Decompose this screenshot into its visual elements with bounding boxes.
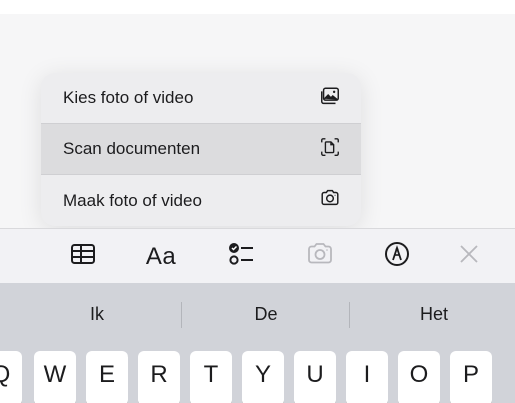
key-t[interactable]: T xyxy=(190,351,232,403)
menu-item-scan-documents[interactable]: Scan documenten xyxy=(41,124,361,174)
keyboard: Ik De Het Q W E R T Y U I O P xyxy=(0,283,515,403)
markup-button[interactable] xyxy=(375,229,419,284)
close-button[interactable] xyxy=(447,229,491,284)
checklist-button[interactable] xyxy=(219,229,263,284)
key-label: U xyxy=(306,361,324,388)
key-w[interactable]: W xyxy=(34,351,76,403)
table-button[interactable] xyxy=(61,229,105,284)
key-i[interactable]: I xyxy=(346,351,388,403)
suggestion-item[interactable]: Het xyxy=(349,283,515,346)
formatting-toolbar: Aa xyxy=(0,228,515,283)
suggestion-bar: Ik De Het xyxy=(0,283,515,346)
key-row-top: Q W E R T Y U I O P xyxy=(0,346,515,403)
key-label: O xyxy=(409,361,429,388)
key-label: W xyxy=(43,361,67,388)
key-u[interactable]: U xyxy=(294,351,336,403)
key-o[interactable]: O xyxy=(398,351,440,403)
markup-pen-icon xyxy=(382,239,412,274)
suggestion-label: De xyxy=(254,304,278,324)
menu-item-take-photo[interactable]: Maak foto of video xyxy=(41,175,361,226)
suggestion-item[interactable]: Ik xyxy=(12,283,182,346)
key-p[interactable]: P xyxy=(450,351,492,403)
text-format-button[interactable]: Aa xyxy=(136,229,186,284)
attachment-menu: Kies foto of video Scan documenten Maak … xyxy=(41,73,361,226)
suggestion-label: Ik xyxy=(89,304,104,324)
table-icon xyxy=(68,239,98,274)
key-e[interactable]: E xyxy=(86,351,128,403)
top-strip xyxy=(0,0,515,14)
text-format-label: Aa xyxy=(145,242,177,270)
menu-item-label: Kies foto of video xyxy=(63,88,194,107)
menu-item-label: Scan documenten xyxy=(63,139,201,158)
document-scan-icon xyxy=(319,136,341,163)
key-label: Y xyxy=(254,361,271,388)
suggestion-item[interactable]: De xyxy=(181,283,351,346)
key-label: I xyxy=(363,361,371,388)
camera-icon xyxy=(319,187,341,214)
key-r[interactable]: R xyxy=(138,351,180,403)
camera-icon xyxy=(305,239,335,274)
menu-item-label: Maak foto of video xyxy=(63,190,202,210)
key-label: Q xyxy=(0,361,11,388)
close-icon xyxy=(454,239,484,274)
key-y[interactable]: Y xyxy=(242,351,284,403)
key-q[interactable]: Q xyxy=(0,351,22,403)
key-label: E xyxy=(98,361,115,388)
photo-library-icon xyxy=(319,85,341,112)
camera-button[interactable] xyxy=(298,229,342,284)
key-label: T xyxy=(203,361,219,388)
key-label: P xyxy=(462,361,479,388)
key-label: R xyxy=(150,361,168,388)
menu-item-choose-photo[interactable]: Kies foto of video xyxy=(41,73,361,123)
checklist-icon xyxy=(226,239,256,274)
suggestion-label: Het xyxy=(419,304,448,324)
